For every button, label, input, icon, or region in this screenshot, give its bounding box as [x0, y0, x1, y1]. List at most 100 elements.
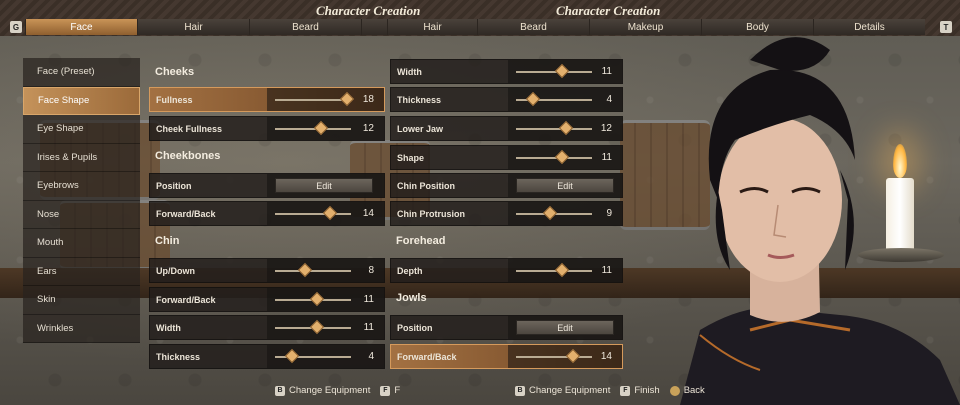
- slider-thumb[interactable]: [313, 120, 328, 136]
- slider-label: Fullness: [156, 94, 193, 105]
- prev-tab-key[interactable]: G: [10, 21, 22, 33]
- slider-row-jowls-forward-back[interactable]: Forward/Back 14: [390, 344, 623, 369]
- slider-row-thickness[interactable]: Thickness 4: [390, 87, 623, 112]
- category-eye-shape[interactable]: Eye Shape: [23, 115, 140, 144]
- change-equipment-key-icon: B: [515, 385, 525, 396]
- slider-row-chin-width[interactable]: Width 11: [149, 315, 385, 340]
- finish-button[interactable]: Finish: [634, 385, 659, 396]
- slider-thumb[interactable]: [543, 205, 558, 221]
- page-title: Character Creation: [316, 3, 421, 18]
- slider-row-depth[interactable]: Depth 11: [390, 258, 623, 283]
- edit-button[interactable]: Edit: [275, 178, 373, 193]
- tab-body[interactable]: Body: [701, 19, 813, 35]
- row-label: Position: [156, 180, 192, 191]
- tab-hair[interactable]: Hair: [137, 19, 249, 35]
- slider-row-cheekbones-forward-back[interactable]: Forward/Back 14: [149, 201, 385, 226]
- slider-value: 14: [362, 208, 374, 219]
- slider-label: Up/Down: [156, 265, 195, 276]
- slider-label: Chin Protrusion: [397, 208, 465, 219]
- category-nose[interactable]: Nose: [23, 200, 140, 229]
- change-equipment-button[interactable]: Change Equipment: [529, 385, 610, 396]
- category-wrinkles[interactable]: Wrinkles: [23, 314, 140, 343]
- category-eyebrows[interactable]: Eyebrows: [23, 172, 140, 201]
- slider-track[interactable]: [275, 128, 351, 130]
- category-skin[interactable]: Skin: [23, 286, 140, 315]
- footer-right: B Change Equipment F Finish Back: [515, 385, 705, 396]
- slider-label: Forward/Back: [156, 294, 216, 305]
- section-heading-cheeks: Cheeks: [155, 66, 195, 78]
- row-label: Position: [397, 322, 433, 333]
- slider-thumb[interactable]: [554, 149, 569, 165]
- slider-thumb[interactable]: [559, 120, 574, 136]
- slider-label: Lower Jaw: [397, 123, 444, 134]
- next-tab-key[interactable]: T: [940, 21, 952, 33]
- category-mouth[interactable]: Mouth: [23, 229, 140, 258]
- edit-button[interactable]: Edit: [516, 178, 614, 193]
- tab-beard-right[interactable]: Beard: [477, 19, 589, 35]
- slider-thumb[interactable]: [525, 91, 540, 107]
- slider-row-lower-jaw[interactable]: Lower Jaw 12: [390, 116, 623, 141]
- category-ears[interactable]: Ears: [23, 257, 140, 286]
- back-button[interactable]: Back: [684, 385, 705, 396]
- tab-details[interactable]: Details: [813, 19, 925, 35]
- slider-thumb[interactable]: [554, 63, 569, 79]
- slider-thumb[interactable]: [565, 348, 581, 364]
- slider-label: Shape: [397, 152, 425, 163]
- slider-track[interactable]: [516, 128, 592, 130]
- slider-row-cheek-fullness[interactable]: Cheek Fullness 12: [149, 116, 385, 141]
- slider-value: 4: [368, 351, 374, 362]
- tab-beard[interactable]: Beard: [249, 19, 361, 35]
- slider-label: Cheek Fullness: [156, 123, 223, 134]
- finish-key-icon: F: [620, 385, 631, 396]
- slider-label: Width: [397, 66, 422, 77]
- tab-bar-right: Hair Beard Makeup Body Details: [387, 19, 925, 35]
- edit-button[interactable]: Edit: [516, 320, 614, 335]
- edit-row-cheekbones-position: Position Edit: [149, 173, 385, 198]
- finish-key-icon: F: [380, 385, 391, 396]
- category-irises-pupils[interactable]: Irises & Pupils: [23, 143, 140, 172]
- slider-thumb[interactable]: [309, 291, 324, 307]
- slider-track[interactable]: [516, 356, 592, 358]
- slider-track[interactable]: [516, 157, 592, 159]
- slider-thumb[interactable]: [298, 262, 313, 278]
- category-face-shape[interactable]: Face Shape: [23, 86, 140, 115]
- slider-row-width[interactable]: Width 11: [390, 59, 623, 84]
- category-face-preset[interactable]: Face (Preset): [23, 58, 140, 87]
- slider-thumb[interactable]: [284, 348, 299, 364]
- slider-thumb[interactable]: [554, 262, 569, 278]
- slider-row-fullness[interactable]: Fullness 18: [149, 87, 385, 112]
- slider-track[interactable]: [275, 213, 351, 215]
- slider-value: 4: [606, 94, 612, 105]
- finish-button-partial[interactable]: F: [394, 385, 400, 396]
- slider-row-chin-protrusion[interactable]: Chin Protrusion 9: [390, 201, 623, 226]
- tab-hair-right[interactable]: Hair: [387, 19, 477, 35]
- settings-panel-left: Cheeks Fullness 18 Cheek Fullness 12 Che…: [149, 58, 385, 373]
- tab-face[interactable]: Face: [25, 19, 137, 35]
- candle: [886, 178, 914, 254]
- slider-track[interactable]: [516, 71, 592, 73]
- slider-value: 11: [601, 152, 612, 163]
- settings-panel-right: Width 11 Thickness 4 Lower Jaw 12 Shape …: [390, 58, 623, 373]
- change-equipment-button[interactable]: Change Equipment: [289, 385, 370, 396]
- slider-value: 11: [363, 294, 374, 305]
- slider-thumb[interactable]: [340, 91, 355, 107]
- slider-row-chin-thickness[interactable]: Thickness 4: [149, 344, 385, 369]
- slider-row-shape[interactable]: Shape 11: [390, 145, 623, 170]
- slider-thumb[interactable]: [309, 319, 324, 335]
- page-title-right: Character Creation: [556, 3, 661, 18]
- slider-track[interactable]: [275, 270, 351, 272]
- slider-row-chin-up-down[interactable]: Up/Down 8: [149, 258, 385, 283]
- slider-row-chin-forward-back[interactable]: Forward/Back 11: [149, 287, 385, 312]
- slider-thumb[interactable]: [322, 205, 337, 221]
- tab-makeup[interactable]: Makeup: [589, 19, 701, 35]
- slider-value: 18: [362, 94, 374, 105]
- section-heading-chin: Chin: [155, 235, 180, 247]
- slider-value: 9: [606, 208, 612, 219]
- edit-row-jowls-position: Position Edit: [390, 315, 623, 340]
- section-heading-cheekbones: Cheekbones: [155, 150, 221, 162]
- slider-label: Depth: [397, 265, 423, 276]
- slider-value: 11: [601, 265, 612, 276]
- slider-value: 12: [362, 123, 374, 134]
- back-key-icon: [669, 385, 680, 396]
- slider-track[interactable]: [516, 270, 592, 272]
